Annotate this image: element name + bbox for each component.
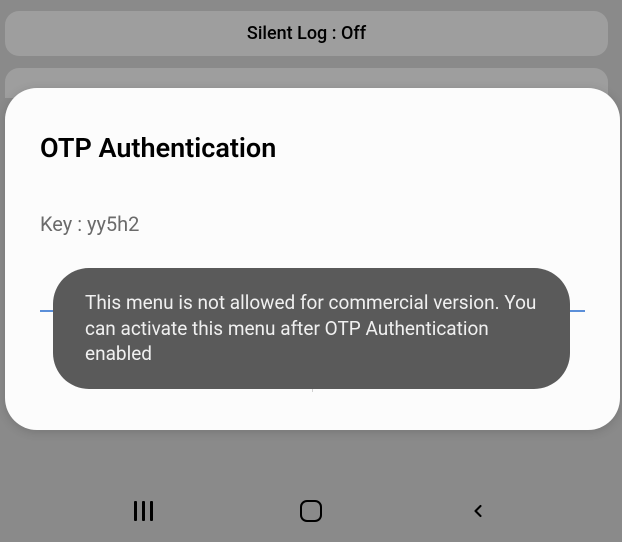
recents-icon <box>134 501 153 521</box>
home-icon <box>300 500 322 522</box>
dialog-key-label: Key : yy5h2 <box>40 212 585 236</box>
navigation-bar <box>0 480 622 542</box>
recents-button[interactable] <box>124 491 164 531</box>
silent-log-label: Silent Log : Off <box>247 23 366 44</box>
toast-message: This menu is not allowed for commercial … <box>53 268 570 389</box>
back-button[interactable] <box>458 491 498 531</box>
toast-text: This menu is not allowed for commercial … <box>85 291 536 365</box>
dialog-title: OTP Authentication <box>40 132 585 164</box>
silent-log-bar[interactable]: Silent Log : Off <box>5 11 608 56</box>
back-icon <box>468 501 488 521</box>
home-button[interactable] <box>291 491 331 531</box>
